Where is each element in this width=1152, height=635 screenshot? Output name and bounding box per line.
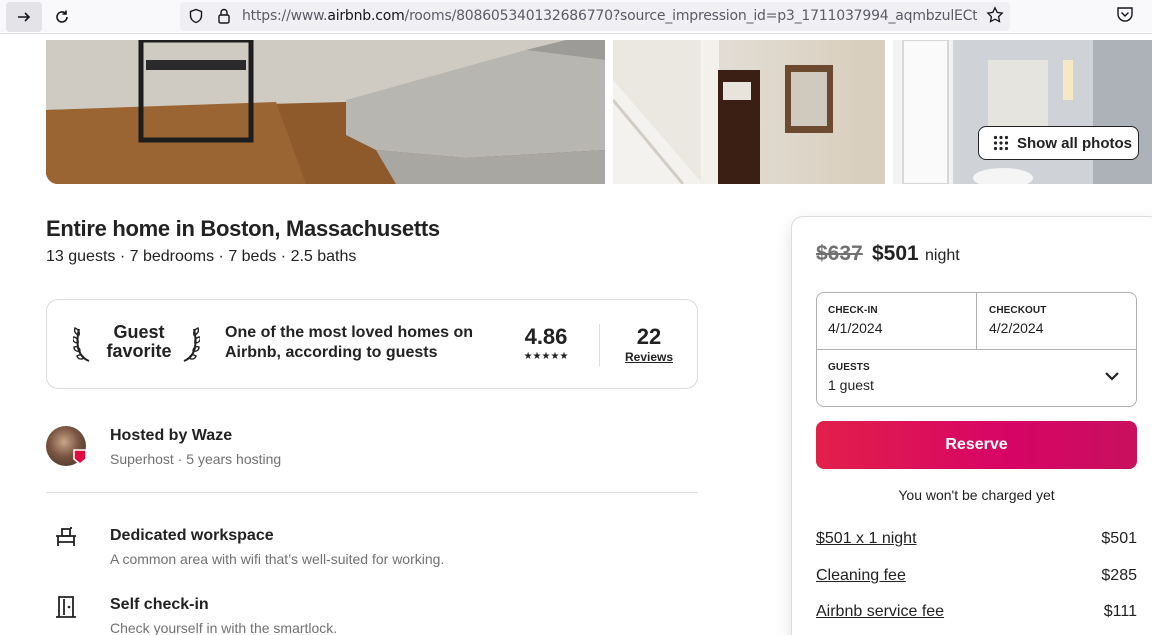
nightly-price: $501 <box>872 242 919 265</box>
checkin-label: CHECK-IN <box>828 305 878 316</box>
fee-label-cleaning[interactable]: Cleaning fee <box>816 567 906 585</box>
guests-field[interactable]: GUESTS 1 guest <box>817 350 1136 406</box>
fee-label-service[interactable]: Airbnb service fee <box>816 603 944 621</box>
fee-label-nights[interactable]: $501 x 1 night <box>816 530 917 548</box>
chevron-down-icon[interactable] <box>1104 370 1120 382</box>
guests-label: GUESTS <box>828 362 870 373</box>
reserve-button[interactable]: Reserve <box>816 421 1137 469</box>
feature-desc-workspace: A common area with wifi that’s well-suit… <box>110 551 445 567</box>
living-room-photo <box>46 40 605 184</box>
grid-dots-icon <box>993 135 1009 151</box>
reload-icon <box>56 10 68 23</box>
section-divider <box>46 492 698 493</box>
checkout-label: CHECKOUT <box>989 305 1047 316</box>
checkout-value: 4/2/2024 <box>989 320 1044 336</box>
bookmark-star-icon[interactable] <box>986 6 1004 24</box>
show-all-photos-label: Show all photos <box>1017 134 1132 152</box>
forward-button[interactable] <box>6 2 42 32</box>
listing-title: Entire home in Boston, Massachusetts <box>46 216 440 241</box>
feature-desc-checkin: Check yourself in with the smartlock. <box>110 620 338 635</box>
rating-stars-icon: ★★★★★ <box>523 351 569 362</box>
host-meta: Superhost · 5 years hosting <box>110 451 282 467</box>
no-charge-note: You won't be charged yet <box>898 487 1055 503</box>
lock-icon[interactable] <box>217 8 231 24</box>
reload-button[interactable] <box>44 2 80 32</box>
fee-value-cleaning: $285 <box>1101 567 1137 584</box>
original-price: $637 <box>816 242 863 265</box>
checkout-field[interactable]: CHECKOUT 4/2/2024 <box>977 293 1136 349</box>
arrow-right-icon <box>18 12 31 22</box>
shield-icon[interactable] <box>188 8 204 24</box>
feature-title-workspace: Dedicated workspace <box>110 527 274 544</box>
guests-value: 1 guest <box>828 377 874 393</box>
guest-favorite-card[interactable]: Guest favorite One of the most loved hom… <box>46 299 698 389</box>
listing-summary: 13 guests · 7 bedrooms · 7 beds · 2.5 ba… <box>46 248 357 265</box>
fee-value-service: $111 <box>1103 603 1137 620</box>
badge-line-2: favorite <box>106 341 172 361</box>
fee-value-nights: $501 <box>1101 530 1137 547</box>
reviews-link[interactable]: Reviews <box>617 350 681 364</box>
hallway-photo <box>613 40 885 184</box>
checkin-value: 4/1/2024 <box>828 320 883 336</box>
listing-photo-hallway[interactable] <box>613 40 885 184</box>
listing-photo-main[interactable] <box>46 40 605 184</box>
superhost-badge-icon <box>73 449 87 465</box>
review-count: 22 <box>636 324 662 349</box>
url-text: https://www.airbnb.com/rooms/80860534013… <box>242 8 977 24</box>
pocket-icon[interactable] <box>1116 5 1134 23</box>
browser-toolbar: https://www.airbnb.com/rooms/80860534013… <box>0 0 1152 34</box>
show-all-photos-button[interactable]: Show all photos <box>978 126 1139 160</box>
rating-divider <box>599 324 600 366</box>
host-name: Hosted by Waze <box>110 427 233 444</box>
desk-icon <box>56 527 76 546</box>
laurel-left-icon <box>73 327 90 362</box>
price-unit: night <box>925 247 960 264</box>
bathroom-photo <box>893 40 1152 184</box>
guest-favorite-description: One of the most loved homes on Airbnb, a… <box>225 324 474 361</box>
guest-favorite-badge: Guest favorite <box>99 323 179 361</box>
laurel-right-icon <box>183 327 200 362</box>
badge-line-1: Guest <box>113 322 165 342</box>
listing-photo-bathroom[interactable] <box>893 40 1152 184</box>
address-bar[interactable]: https://www.airbnb.com/rooms/80860534013… <box>180 2 1010 31</box>
door-icon <box>56 596 76 618</box>
rating-value: 4.86 <box>524 324 568 349</box>
feature-title-checkin: Self check-in <box>110 596 209 613</box>
checkin-field[interactable]: CHECK-IN 4/1/2024 <box>817 293 976 349</box>
